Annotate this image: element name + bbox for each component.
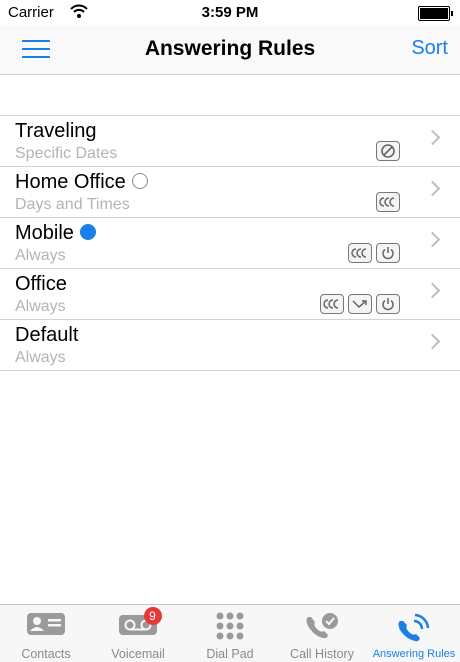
rule-name-container: Mobile (15, 222, 96, 245)
forward-icon (348, 294, 372, 314)
navigation-bar: Answering Rules Sort (0, 26, 460, 75)
ring-group-icon (320, 294, 344, 314)
contact-card-icon (26, 611, 66, 642)
rule-name: Office (15, 273, 67, 295)
rule-icons (376, 141, 400, 161)
rule-row-office[interactable]: Office Always (0, 269, 460, 320)
chevron-right-icon (424, 129, 441, 146)
ring-group-icon (348, 243, 372, 263)
chevron-right-icon (424, 180, 441, 197)
active-status-icon (79, 224, 96, 240)
rule-row-mobile[interactable]: Mobile Always (0, 218, 460, 269)
answering-rules-icon (394, 611, 434, 648)
rule-name: Mobile (15, 222, 74, 244)
status-bar: Carrier 3:59 PM (0, 0, 460, 26)
tab-label: Voicemail (111, 647, 165, 661)
rule-icons (348, 243, 400, 263)
rule-row-traveling[interactable]: Traveling Specific Dates (0, 116, 460, 167)
battery-icon (418, 6, 453, 21)
tab-label: Dial Pad (206, 647, 254, 661)
tab-label: Answering Rules (372, 648, 456, 660)
rule-subtitle: Always (15, 349, 66, 366)
inactive-status-icon (131, 173, 148, 189)
rule-name: Traveling (15, 120, 97, 142)
voicemail-count-badge: 9 (143, 607, 162, 625)
power-icon (376, 294, 400, 314)
rule-subtitle: Always (15, 247, 66, 264)
chevron-right-icon (424, 231, 441, 248)
rule-subtitle: Always (15, 298, 66, 315)
tab-contacts[interactable]: Contacts (0, 605, 92, 662)
rule-subtitle: Specific Dates (15, 145, 118, 162)
sort-button[interactable]: Sort (411, 37, 448, 60)
tab-voicemail[interactable]: 9 Voicemail (92, 605, 184, 662)
rule-icons (376, 192, 400, 212)
page-title: Answering Rules (144, 37, 316, 60)
status-time: 3:59 PM (201, 4, 259, 21)
blocked-icon (376, 141, 400, 161)
rule-row-home-office[interactable]: Home Office Days and Times (0, 167, 460, 218)
dial-pad-icon (214, 611, 246, 646)
chevron-right-icon (424, 333, 441, 350)
tab-dial-pad[interactable]: Dial Pad (184, 605, 276, 662)
rule-name-container: Home Office (15, 171, 148, 194)
rule-name: Default (15, 324, 79, 346)
call-history-icon (302, 611, 342, 646)
rule-subtitle: Days and Times (15, 196, 130, 213)
answering-rules-list: Traveling Specific Dates Home Office Day… (0, 115, 460, 371)
rule-row-default[interactable]: Default Always (0, 320, 460, 371)
tab-label: Call History (290, 647, 354, 661)
tab-label: Contacts (21, 647, 71, 661)
rule-icons (320, 294, 400, 314)
rule-name: Home Office (15, 171, 126, 193)
tab-answering-rules[interactable]: Answering Rules (368, 605, 460, 662)
chevron-right-icon (424, 282, 441, 299)
power-icon (376, 243, 400, 263)
tab-call-history[interactable]: Call History (276, 605, 368, 662)
ring-group-icon (376, 192, 400, 212)
tab-bar: Contacts 9 Voicemail Dial Pad Call Histo… (0, 604, 460, 662)
